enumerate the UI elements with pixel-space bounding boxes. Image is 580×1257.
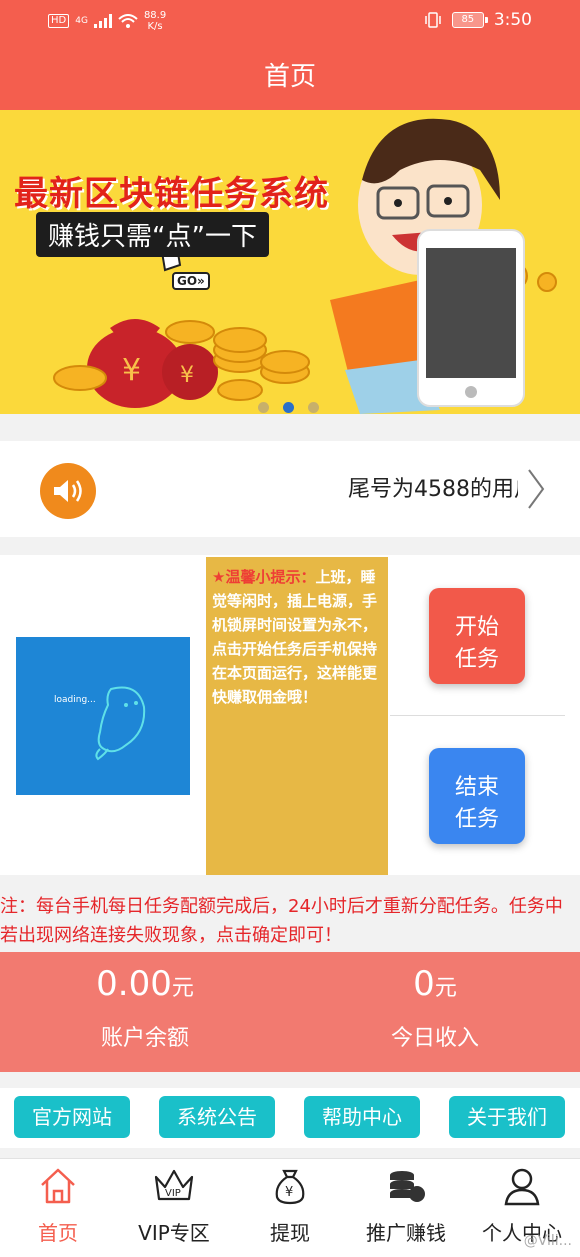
stop-task-label-2: 任务 [454,807,499,832]
quick-links: 官方网站 系统公告 帮助中心 关于我们 [0,1088,580,1148]
hd-badge: HD [48,14,70,28]
tab-promote[interactable]: 推广赚钱 [348,1165,464,1246]
svg-text:¥: ¥ [180,363,194,388]
banner-dot[interactable] [258,402,269,413]
tab-vip[interactable]: VIP VIP专区 [116,1165,232,1246]
coins-stack-icon [390,1171,425,1202]
tab-label: 提现 [270,1221,310,1245]
tips-box: ★温馨小提示：上班，睡觉等闲时，插上电源，手机锁屏时间设置为永不，点击开始任务后… [206,557,388,875]
signal-icon [93,14,112,28]
warning-text: 注：每台手机每日任务配额完成后，24小时后才重新分配任务。任务中若出现网络连接失… [0,896,563,946]
net-speed-value: 88.9 [143,10,167,21]
banner-headline: 最新区块链任务系统 [14,174,329,214]
tab-withdraw[interactable]: ¥ 提现 [232,1165,348,1246]
balance-label: 账户余额 [100,1026,189,1051]
net-speed-unit: K/s [147,21,163,32]
start-task-label-1: 开始 [454,615,499,640]
start-task-button[interactable]: 开始 任务 [429,588,525,684]
svg-text:¥: ¥ [285,1185,293,1200]
balance-column: 0.00元 账户余额 [0,952,290,1052]
tab-label: 推广赚钱 [366,1221,446,1245]
home-icon [41,1168,75,1204]
bottom-tab-bar: 首页 VIP VIP专区 ¥ 提现 推广赚钱 个人中心 @Vili... [0,1158,580,1257]
banner-go-label: GO» [172,272,210,290]
balance-value-row: 0.00元 [0,964,290,1004]
watermark: @Vili... [523,1233,572,1249]
promo-banner[interactable]: ¥ ¥ 最新区块链任务系统 赚钱只需“点”一下 GO» [0,110,580,414]
about-us-button[interactable]: 关于我们 [449,1096,565,1138]
net-speed: 88.9 K/s [144,10,166,32]
chevron-right-icon[interactable] [526,467,546,511]
balance-unit: 元 [171,976,194,1001]
banner-illustration: ¥ ¥ [53,118,557,414]
user-icon [504,1168,540,1206]
tips-body: 上班，睡觉等闲时，插上电源，手机锁屏时间设置为永不，点击开始任务后手机保持在本页… [212,568,378,706]
page-title: 首页 [263,62,316,92]
banner-dot-active[interactable] [283,402,294,413]
today-income-value: 0 [413,964,435,1004]
notice-bar[interactable]: 尾号为4588的用户 [0,441,580,537]
app-header: HD 4G 88.9 K/s 85 3:50 首页 [0,0,580,110]
official-site-button[interactable]: 官方网站 [14,1096,130,1138]
divider [390,715,565,716]
banner-pagination [258,402,319,413]
balance-value: 0.00 [96,964,172,1004]
tab-label: 首页 [38,1221,78,1245]
vibrate-icon [425,12,441,28]
today-income-label: 今日收入 [390,1026,479,1051]
stop-task-button[interactable]: 结束 任务 [429,748,525,844]
tab-label: VIP专区 [138,1221,210,1245]
battery-icon: 85 [451,12,488,28]
task-panel: loading... ★温馨小提示：上班，睡觉等闲时，插上电源，手机锁屏时间设置… [0,555,580,875]
speaker-icon [40,463,96,519]
banner-dot[interactable] [308,402,319,413]
notice-marquee: 尾号为4588的用户 [348,477,518,502]
status-bar: HD 4G 88.9 K/s 85 3:50 [0,0,580,42]
announcement-button[interactable]: 系统公告 [159,1096,275,1138]
start-task-label-2: 任务 [454,647,499,672]
banner-subline: 赚钱只需“点”一下 [36,212,269,257]
today-income-column: 0元 今日收入 [290,952,580,1052]
tab-home[interactable]: 首页 [0,1165,116,1246]
loading-image: loading... [16,637,190,795]
network-type: 4G [75,16,88,26]
today-value-row: 0元 [290,964,580,1004]
svg-text:VIP: VIP [165,1188,181,1199]
earnings-panel: 0.00元 账户余额 0元 今日收入 [0,952,580,1072]
svg-text:¥: ¥ [122,353,141,388]
today-income-unit: 元 [434,976,457,1001]
bird-mascot-icon [95,686,146,761]
help-center-button[interactable]: 帮助中心 [304,1096,420,1138]
vip-crown-icon: VIP [154,1169,194,1201]
stop-task-label-1: 结束 [454,775,499,800]
tips-title: ★温馨小提示： [212,568,316,586]
money-bag-icon: ¥ [275,1169,305,1205]
wifi-icon [118,14,138,28]
clock: 3:50 [493,10,532,30]
